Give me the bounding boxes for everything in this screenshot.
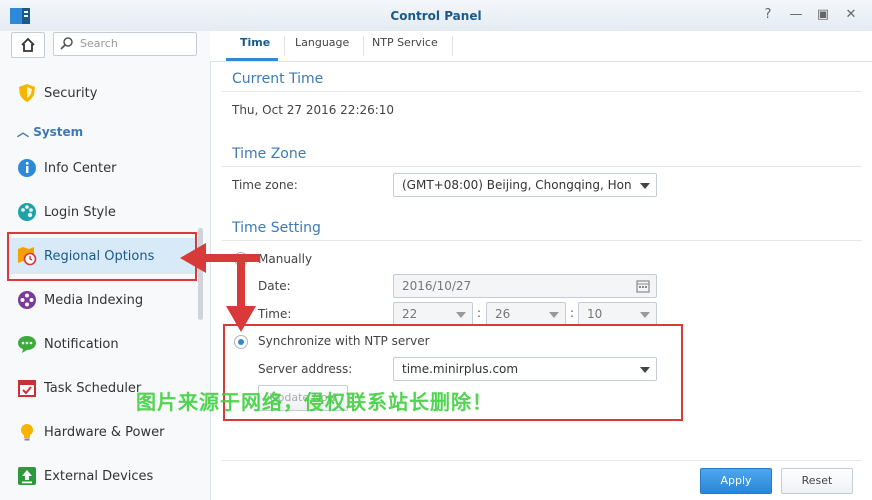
tab-time[interactable]: Time xyxy=(226,36,286,56)
close-icon[interactable]: ✕ xyxy=(843,7,859,23)
sidebar-scrollbar[interactable] xyxy=(198,228,203,320)
sidebar-item-label: Login Style xyxy=(44,205,116,220)
dropdown-arrow-icon xyxy=(640,312,650,318)
time-zone-label: Time zone: xyxy=(232,178,298,192)
current-time-value: Thu, Oct 27 2016 22:26:10 xyxy=(232,103,395,117)
window-title: Control Panel xyxy=(390,9,482,23)
home-icon xyxy=(21,37,35,52)
palette-icon xyxy=(18,203,36,221)
help-icon[interactable]: ? xyxy=(760,7,776,23)
time-zone-value: (GMT+08:00) Beijing, Chongqing, Hong Kon… xyxy=(402,178,632,192)
divider xyxy=(222,240,862,241)
date-label: Date: xyxy=(258,279,291,293)
dropdown-arrow-icon xyxy=(549,312,559,318)
manual-radio[interactable] xyxy=(234,252,248,266)
sidebar-item-label: Security xyxy=(44,86,98,101)
shield-icon xyxy=(19,84,35,102)
reset-button[interactable]: Reset xyxy=(781,468,853,494)
dropdown-arrow-icon xyxy=(456,312,466,318)
time-zone-heading: Time Zone xyxy=(232,146,307,162)
sidebar-item-label: Notification xyxy=(44,337,119,352)
search-placeholder: Search xyxy=(80,37,118,50)
date-field[interactable]: 2016/10/27 xyxy=(393,274,657,298)
film-icon xyxy=(18,291,36,309)
second-value: 10 xyxy=(587,307,603,321)
search-icon xyxy=(60,37,73,50)
time-zone-select[interactable]: (GMT+08:00) Beijing, Chongqing, Hong Kon… xyxy=(393,173,657,197)
manual-label: Manually xyxy=(258,252,313,266)
sidebar-item-label: External Devices xyxy=(44,469,154,484)
hour-select[interactable]: 22 xyxy=(393,302,473,326)
title-bar: Control Panel ? — ▣ ✕ xyxy=(0,0,872,32)
section-label: System xyxy=(33,125,84,139)
sidebar-item-label: Media Indexing xyxy=(44,293,144,308)
time-label: Time: xyxy=(258,307,292,321)
hour-value: 22 xyxy=(402,307,418,321)
minute-select[interactable]: 26 xyxy=(486,302,566,326)
highlight-box-regional-options xyxy=(7,232,197,281)
search-input[interactable]: Search xyxy=(53,32,197,56)
info-icon xyxy=(18,159,36,177)
time-setting-heading: Time Setting xyxy=(232,220,321,236)
sidebar-item-label: Task Scheduler xyxy=(44,381,142,396)
sidebar-item-notification[interactable]: Notification xyxy=(8,326,196,362)
maximize-icon[interactable]: ▣ xyxy=(815,7,831,23)
upload-icon xyxy=(18,467,36,485)
date-value: 2016/10/27 xyxy=(402,279,472,293)
second-select[interactable]: 10 xyxy=(578,302,657,326)
sidebar-item-security[interactable]: Security xyxy=(8,75,196,111)
sidebar-item-media-indexing[interactable]: Media Indexing xyxy=(8,282,196,318)
chat-bubble-icon xyxy=(18,336,36,353)
calendar-icon xyxy=(636,280,650,293)
sidebar-item-external-devices[interactable]: External Devices xyxy=(8,458,196,494)
tab-ntp-service[interactable]: NTP Service xyxy=(358,36,453,56)
dropdown-arrow-icon xyxy=(640,183,650,189)
arrow-down-icon xyxy=(226,262,256,332)
tab-language[interactable]: Language xyxy=(281,36,365,56)
active-tab-indicator xyxy=(226,58,278,61)
minimize-icon[interactable]: — xyxy=(788,7,804,23)
sidebar-item-login-style[interactable]: Login Style xyxy=(8,194,196,230)
calendar-check-icon xyxy=(18,380,36,397)
watermark-text: 图片来源于网络，侵权联系站长删除！ xyxy=(136,390,493,414)
current-time-heading: Current Time xyxy=(232,71,324,87)
sidebar-item-info-center[interactable]: Info Center xyxy=(8,150,196,186)
divider xyxy=(222,166,862,167)
apply-button[interactable]: Apply xyxy=(700,468,772,494)
sidebar-item-hardware-power[interactable]: Hardware & Power xyxy=(8,414,196,450)
divider xyxy=(222,91,862,92)
sidebar-item-label: Info Center xyxy=(44,161,117,176)
time-separator: : xyxy=(477,306,482,320)
minute-value: 26 xyxy=(495,307,511,321)
sidebar-section-system[interactable]: ︿ System xyxy=(17,123,83,140)
chevron-up-icon: ︿ xyxy=(17,125,30,139)
lightbulb-icon xyxy=(21,424,33,441)
time-separator: : xyxy=(570,306,575,320)
sidebar-item-label: Hardware & Power xyxy=(44,425,165,440)
home-button[interactable] xyxy=(11,32,45,58)
footer-divider xyxy=(222,460,862,461)
